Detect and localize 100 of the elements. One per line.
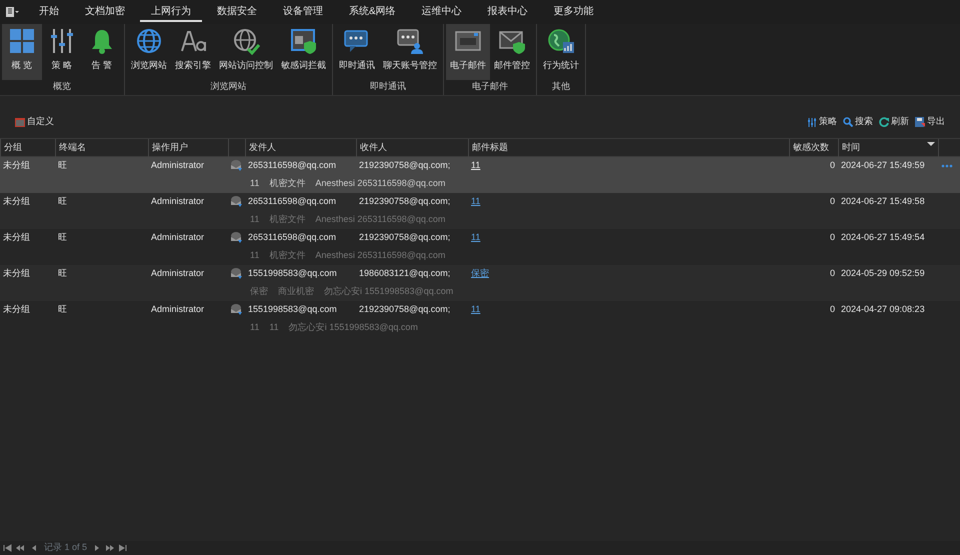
group-title: 电子邮件: [471, 80, 509, 92]
mail-icon: [230, 303, 243, 316]
ribbon-button[interactable]: 网站访问控制: [215, 24, 277, 80]
terminal-cell-text: 旺: [57, 195, 68, 208]
group-cell-text: 未分组: [2, 267, 31, 280]
menu-tab[interactable]: 系统&网络: [338, 2, 407, 22]
sender-cell-text: 1551998583@qq.com: [247, 267, 338, 280]
ribbon-button[interactable]: 聊天账号管控: [379, 24, 441, 80]
time-cell-text: 2024-04-27 09:08:23: [840, 303, 926, 316]
recipient-cell-text: 2192390758@qq.com;: [358, 231, 452, 244]
detail-text: Anesthesi 2653116598@qq.com: [315, 213, 446, 226]
ribbon-button[interactable]: 概 览: [2, 24, 42, 80]
menu-tab[interactable]: 更多功能: [542, 2, 605, 22]
user-cell-text: Administrator: [150, 303, 206, 316]
subject-link[interactable]: 保密: [471, 268, 489, 278]
strategy-button[interactable]: 策略: [804, 115, 840, 129]
sort-caret-icon[interactable]: [927, 141, 935, 147]
detail-text: 机密文件: [269, 213, 306, 226]
ribbon-button[interactable]: 邮件管控: [490, 24, 534, 80]
detail-text: 机密文件: [269, 249, 306, 262]
record-count: 记录 1 of 5: [44, 541, 88, 554]
ribbon-button[interactable]: 告 警: [82, 24, 122, 80]
menu-tab[interactable]: 报表中心: [476, 2, 539, 22]
time-cell-text: 2024-06-27 15:49:58: [840, 195, 926, 208]
sender-cell-text: 1551998583@qq.com: [247, 303, 338, 316]
app-menu-icon[interactable]: [5, 6, 19, 18]
globe-icon: [135, 27, 163, 55]
ribbon-button[interactable]: 电子邮件: [446, 24, 490, 80]
table-row[interactable]: 未分组 旺 Administrator 1551998583@qq.com 1986083121@qq.com; 保密 0 2024-05-29 09:52:59 保密 商业机密 勿忘心安i 1551998583@qq.com: [0, 265, 960, 301]
group-cell-text: 未分组: [2, 195, 31, 208]
detail-text: 11: [269, 321, 279, 334]
more-icon[interactable]: [941, 164, 953, 168]
mail-icon: [230, 159, 243, 172]
menu-tab[interactable]: 开始: [28, 2, 70, 22]
refresh-icon: [879, 117, 889, 127]
recipient-cell-text: 2192390758@qq.com;: [358, 195, 452, 208]
terminal-cell-text: 旺: [57, 303, 68, 316]
group-title: 即时通讯: [369, 80, 407, 92]
menu-tab[interactable]: 上网行为: [140, 2, 202, 22]
group-cell-text: 未分组: [2, 159, 31, 172]
sender-cell-text: 2653116598@qq.com: [247, 159, 338, 172]
group-title: 其他: [551, 80, 571, 92]
group-title: 概览: [52, 80, 72, 92]
menu-tab[interactable]: 运维中心: [410, 2, 473, 22]
user-cell-text: Administrator: [150, 159, 206, 172]
mail-icon: [230, 231, 243, 244]
table-row[interactable]: 未分组 旺 Administrator 1551998583@qq.com 2192390758@qq.com; 11 0 2024-04-27 09:08:23 11 11 勿忘心安i 1551998583@qq.com: [0, 301, 960, 337]
subject-link[interactable]: 11: [471, 304, 480, 314]
ribbon-button[interactable]: 策 略: [42, 24, 82, 80]
menu-tab[interactable]: 数据安全: [206, 2, 268, 22]
recipient-cell-text: 2192390758@qq.com;: [358, 303, 452, 316]
count-cell-text: 0: [828, 303, 836, 316]
calendar-icon: [15, 117, 25, 127]
menu-tab[interactable]: 设备管理: [272, 2, 334, 22]
table-row[interactable]: 未分组 旺 Administrator 2653116598@qq.com 2192390758@qq.com; 11 0 2024-06-27 15:49:54 11 机密文件 Anesthesi 2653116598@qq.com: [0, 229, 960, 265]
ribbon-button[interactable]: 行为统计: [539, 24, 583, 80]
terminal-cell-text: 旺: [57, 159, 68, 172]
time-cell-text: 2024-05-29 09:52:59: [840, 267, 926, 280]
subject-link[interactable]: 11: [471, 160, 480, 170]
table-row[interactable]: 未分组 旺 Administrator 2653116598@qq.com 2192390758@qq.com; 11 0 2024-06-27 15:49:59 11 机密文件 Anesthesi 2653116598@qq.com: [0, 157, 960, 193]
refresh-button[interactable]: 刷新: [876, 115, 912, 129]
time-cell-text: 2024-06-27 15:49:54: [840, 231, 926, 244]
ribbon-button[interactable]: 浏览网站: [127, 24, 171, 80]
table-row[interactable]: 未分组 旺 Administrator 2653116598@qq.com 2192390758@qq.com; 11 0 2024-06-27 15:49:58 11 机密文件 Anesthesi 2653116598@qq.com: [0, 193, 960, 229]
first-page-icon[interactable]: [3, 544, 12, 552]
user-cell-text: Administrator: [150, 231, 206, 244]
detail-text: 11: [250, 321, 260, 334]
time-cell-text: 2024-06-27 15:49:59: [840, 159, 926, 172]
ribbon-button[interactable]: 搜索引擎: [171, 24, 215, 80]
ribbon-button[interactable]: 敏感词拦截: [277, 24, 330, 80]
group-cell-text: 未分组: [2, 231, 31, 244]
mail-icon: [230, 195, 243, 208]
ribbon-button[interactable]: 即时通讯: [335, 24, 379, 80]
mail-icon: [230, 267, 243, 280]
detail-text: 勿忘心安i 1551998583@qq.com: [288, 321, 418, 334]
group-cell-text: 未分组: [2, 303, 31, 316]
detail-text: 商业机密: [278, 285, 314, 298]
window-shield-icon: [290, 27, 318, 55]
detail-text: Anesthesi 2653116598@qq.com: [315, 177, 446, 190]
detail-text: 勿忘心安i 1551998583@qq.com: [324, 285, 454, 298]
group-title: 浏览网站: [210, 80, 248, 92]
search-button[interactable]: 搜索: [840, 115, 876, 129]
detail-text: 机密文件: [269, 177, 306, 190]
subject-link[interactable]: 11: [471, 232, 480, 242]
recipient-cell-text: 2192390758@qq.com;: [358, 159, 452, 172]
last-page-icon[interactable]: [119, 544, 128, 552]
sliders-icon: [807, 117, 817, 127]
chat-user-icon: [396, 27, 424, 55]
terminal-cell-text: 旺: [57, 231, 68, 244]
prev-group-icon[interactable]: [16, 544, 25, 552]
terminal-cell-text: 旺: [57, 267, 68, 280]
count-cell-text: 0: [828, 159, 836, 172]
subject-link[interactable]: 11: [471, 196, 480, 206]
next-group-icon[interactable]: [106, 544, 116, 552]
customize-button[interactable]: 自定义: [12, 115, 57, 129]
menu-tab[interactable]: 文档加密: [74, 2, 136, 22]
user-cell-text: Administrator: [150, 267, 206, 280]
sliders-icon: [48, 27, 76, 55]
export-button[interactable]: 导出: [912, 115, 948, 129]
column-header: 时间: [842, 141, 860, 154]
